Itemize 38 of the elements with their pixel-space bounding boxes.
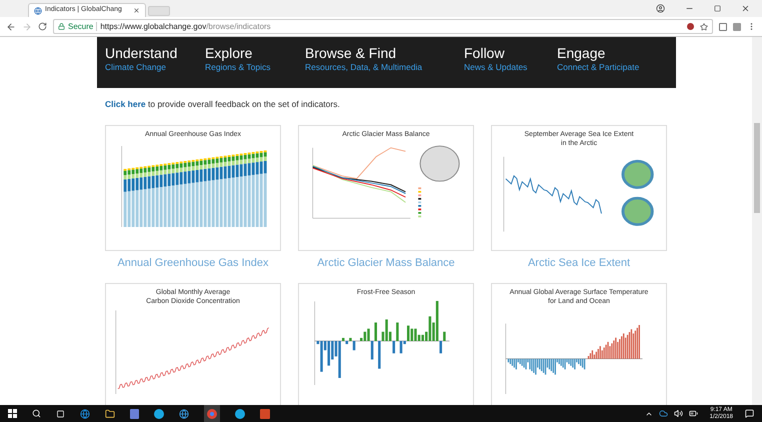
app-icon[interactable] <box>260 408 270 418</box>
feedback-text: Click here to provide overall feedback on the set of indicators. <box>105 98 341 111</box>
browser-icon[interactable] <box>179 408 189 418</box>
url-text: https://www.globalchange.gov/browse/indicators <box>100 20 271 32</box>
back-icon[interactable] <box>6 22 16 32</box>
secure-label: Secure <box>68 20 94 32</box>
start-icon[interactable] <box>8 409 17 418</box>
folder-icon[interactable] <box>105 408 115 418</box>
close-icon[interactable] <box>741 4 750 13</box>
nav-menu-item[interactable]: Explore Regions & Topics <box>205 45 305 73</box>
extension-icon[interactable] <box>687 23 694 30</box>
nav-menu-item[interactable]: Engage Connect & Participate <box>557 45 667 73</box>
maximize-icon[interactable] <box>714 5 721 12</box>
address-bar[interactable]: Secure https://www.globalchange.gov/browse/indicators <box>53 19 713 34</box>
map-drawing <box>622 160 654 189</box>
profile-icon[interactable] <box>656 4 665 13</box>
app-icon[interactable] <box>235 408 245 418</box>
globe-icon <box>34 6 42 14</box>
app-icon[interactable] <box>154 408 164 418</box>
close-tab-icon[interactable] <box>133 7 140 14</box>
task-view-icon[interactable] <box>56 410 65 418</box>
volume-icon[interactable] <box>674 409 683 418</box>
app-icon[interactable] <box>130 408 139 418</box>
map-drawing <box>420 145 460 182</box>
reload-icon[interactable] <box>38 22 47 31</box>
nav-menu-item[interactable]: Browse & Find Resources, Data, & Multimedia <box>305 45 464 73</box>
browser-icon[interactable] <box>80 408 90 418</box>
notifications-icon[interactable] <box>745 409 754 418</box>
map-drawing <box>622 196 654 226</box>
browser-icon[interactable] <box>204 405 220 422</box>
nav-menu-item[interactable]: Understand Climate Change <box>105 45 205 73</box>
bookmark-star-icon[interactable] <box>700 22 708 30</box>
feedback-link[interactable]: Click here <box>105 99 146 109</box>
battery-icon[interactable] <box>688 409 698 418</box>
nav-menu-item[interactable]: Follow News & Updates <box>464 45 557 73</box>
lock-icon <box>58 23 65 30</box>
cloud-icon[interactable] <box>658 409 668 418</box>
search-icon[interactable] <box>32 409 41 418</box>
